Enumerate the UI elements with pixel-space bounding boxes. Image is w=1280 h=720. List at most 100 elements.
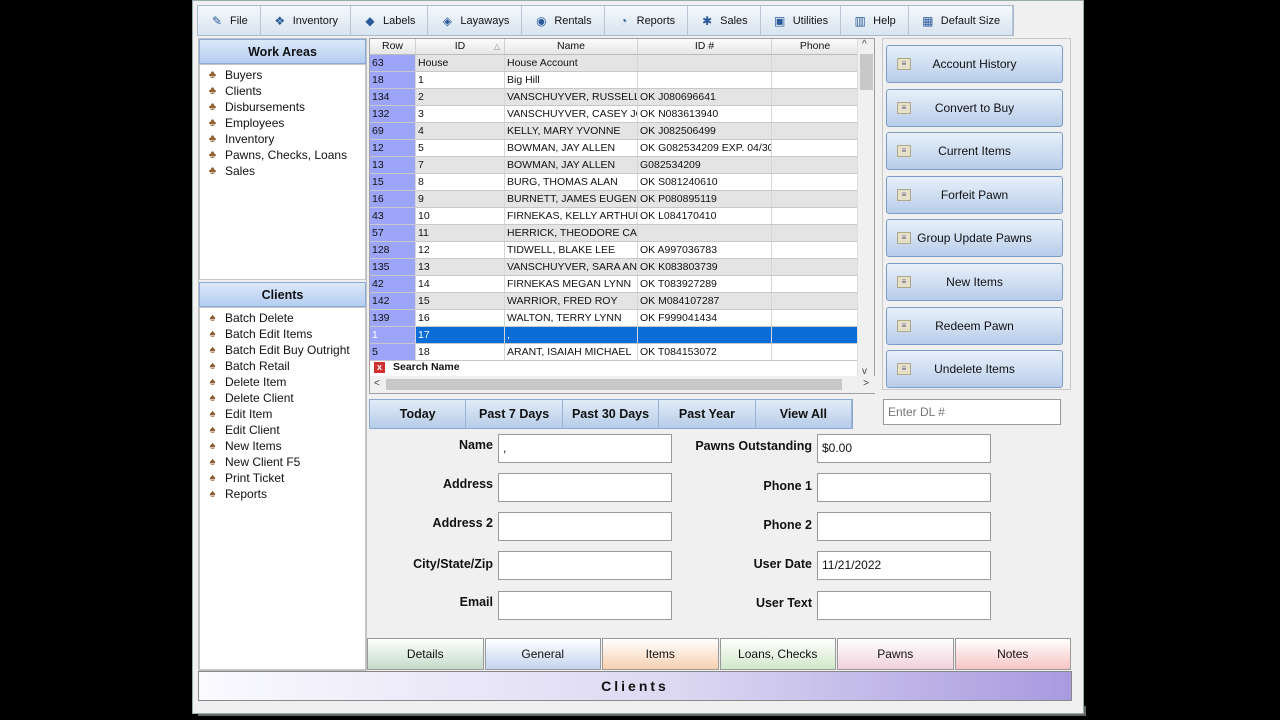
address2-field[interactable] (498, 512, 672, 541)
table-row[interactable]: 42 14 FIRNEKAS MEGAN LYNN OK T083927289 (370, 276, 874, 293)
menu-file[interactable]: ✎ File (198, 6, 261, 35)
column-row[interactable]: Row (370, 39, 416, 54)
menu-reports[interactable]: ◔ Reports (605, 6, 689, 35)
forfeit-pawn-button[interactable]: ≡ Forfeit Pawn (886, 175, 1063, 214)
work-area-item[interactable]: ♣ Disbursements (200, 99, 365, 115)
table-row[interactable]: 18 1 Big Hill (370, 72, 874, 89)
client-action-item[interactable]: ♠ Print Ticket (200, 470, 365, 486)
column-name[interactable]: Name (505, 39, 638, 54)
filter-past-year-button[interactable]: Past Year (659, 400, 756, 428)
column-phone[interactable]: Phone (772, 39, 859, 54)
column-id[interactable]: ID △ (416, 39, 505, 54)
table-row[interactable]: 139 16 WALTON, TERRY LYNN OK F999041434 (370, 310, 874, 327)
table-row[interactable]: 69 4 KELLY, MARY YVONNE OK J082506499 (370, 123, 874, 140)
user-date-field[interactable]: 11/21/2022 (817, 551, 991, 580)
filter-past-30-days-button[interactable]: Past 30 Days (563, 400, 660, 428)
work-area-item[interactable]: ♣ Inventory (200, 131, 365, 147)
filter-view-all-button[interactable]: View All (756, 400, 853, 428)
horizontal-scroll-thumb[interactable] (386, 379, 842, 390)
client-action-item[interactable]: ♠ Batch Edit Buy Outright (200, 342, 365, 358)
account-history-button[interactable]: ≡ Account History (886, 45, 1063, 83)
scroll-left-icon[interactable]: < (374, 378, 380, 389)
client-action-item[interactable]: ♠ Delete Client (200, 390, 365, 406)
client-action-label: New Items (225, 439, 282, 453)
tab-pawns[interactable]: Pawns (837, 638, 954, 670)
action-icon: ♠ (209, 487, 216, 500)
dl-number-input[interactable] (883, 399, 1061, 425)
table-row[interactable]: 135 13 VANSCHUYVER, SARA ANN OK K083803739 (370, 259, 874, 276)
action-icon: ♠ (209, 327, 216, 340)
people-icon: ♣ (208, 164, 217, 177)
phone1-field[interactable] (817, 473, 991, 502)
tab-items[interactable]: Items (602, 638, 719, 670)
menu-help[interactable]: ▥ Help (841, 6, 909, 35)
tab-details[interactable]: Details (367, 638, 484, 670)
status-title-bar: Clients (198, 671, 1072, 701)
table-row[interactable]: 43 10 FIRNEKAS, KELLY ARTHUR OK L084170410 (370, 208, 874, 225)
grid-vertical-scrollbar[interactable]: ^ v (857, 39, 874, 377)
vertical-scroll-thumb[interactable] (860, 54, 873, 90)
client-action-item[interactable]: ♠ Edit Item (200, 406, 365, 422)
work-area-item[interactable]: ♣ Pawns, Checks, Loans (200, 147, 365, 163)
convert-to-buy-button[interactable]: ≡ Convert to Buy (886, 88, 1063, 127)
new-items-button[interactable]: ≡ New Items (886, 263, 1063, 301)
cell-row: 135 (370, 259, 416, 275)
work-area-item[interactable]: ♣ Clients (200, 83, 365, 99)
menu-rentals[interactable]: ◉ Rentals (522, 6, 605, 35)
table-row[interactable]: 5 18 ARANT, ISAIAH MICHAEL OK T084153072 (370, 344, 874, 361)
client-action-item[interactable]: ♠ New Client F5 (200, 454, 365, 470)
filter-past-7-days-button[interactable]: Past 7 Days (466, 400, 563, 428)
client-grid[interactable]: Row ID △ Name ID # Phone 63 House House Acc… (369, 38, 875, 394)
redeem-pawn-button[interactable]: ≡ Redeem Pawn (886, 306, 1063, 345)
filter-today-button[interactable]: Today (370, 400, 467, 428)
tab-general[interactable]: General (484, 638, 601, 670)
name-field[interactable]: , (498, 434, 672, 463)
table-row[interactable]: 142 15 WARRIOR, FRED ROY OK M084107287 (370, 293, 874, 310)
scroll-right-icon[interactable]: > (863, 378, 869, 389)
work-area-item[interactable]: ♣ Employees (200, 115, 365, 131)
client-action-item[interactable]: ♠ New Items (200, 438, 365, 454)
table-row[interactable]: 12 5 BOWMAN, JAY ALLEN OK G082534209 EXP. 0… (370, 140, 874, 157)
table-row[interactable]: 1342VANSCHUYVER, RUSSELL LEEOK J08069664… (370, 89, 874, 106)
cell-phone (772, 276, 859, 292)
clear-search-icon[interactable]: x (374, 361, 385, 373)
user-text-field[interactable] (817, 591, 991, 620)
city-state-zip-field[interactable] (498, 551, 672, 580)
table-row[interactable]: 13 7 BOWMAN, JAY ALLEN G082534209 (370, 157, 874, 174)
address-field[interactable] (498, 473, 672, 502)
user-text-label: User Text (755, 596, 812, 610)
work-area-item[interactable]: ♣ Buyers (200, 67, 365, 83)
tab-notes[interactable]: Notes (954, 638, 1071, 670)
client-action-item[interactable]: ♠ Batch Delete (200, 310, 365, 326)
undelete-items-button[interactable]: ≡ Undelete Items (886, 350, 1063, 389)
search-name-row[interactable]: x Search Name (374, 361, 460, 373)
table-row[interactable]: 1323VANSCHUYVER, CASEY JOS...OK N0836139… (370, 106, 874, 123)
table-row[interactable]: 1 17, (370, 327, 874, 344)
phone2-field[interactable] (817, 512, 991, 541)
menu-layaways[interactable]: ◈ Layaways (428, 6, 523, 35)
table-row[interactable]: 5711HERRICK, THEODORE CAM... (370, 225, 874, 242)
table-row[interactable]: 15 8 BURG, THOMAS ALAN OK S081240610 (370, 174, 874, 191)
menu-utilities[interactable]: ▣ Utilities (761, 6, 842, 35)
client-action-item[interactable]: ♠ Reports (200, 486, 365, 502)
client-action-item[interactable]: ♠ Edit Client (200, 422, 365, 438)
cell-name: VANSCHUYVER, RUSSELL LEE (507, 89, 638, 105)
scroll-up-icon[interactable]: ^ (862, 39, 867, 50)
client-action-item[interactable]: ♠ Batch Edit Items (200, 326, 365, 342)
tab-loans-checks[interactable]: Loans, Checks (719, 638, 836, 670)
menu-sales[interactable]: ✱ Sales (688, 6, 761, 35)
work-area-item[interactable]: ♣ Sales (200, 163, 365, 179)
column-id-number[interactable]: ID # (638, 39, 772, 54)
table-row[interactable]: 63 House House Account (370, 55, 874, 72)
current-items-button[interactable]: ≡ Current Items (886, 132, 1063, 171)
client-action-item[interactable]: ♠ Delete Item (200, 374, 365, 390)
group-update-pawns-button[interactable]: ≡ Group Update Pawns (886, 219, 1063, 258)
email-field[interactable] (498, 591, 672, 620)
client-action-item[interactable]: ♠ Batch Retail (200, 358, 365, 374)
table-row[interactable]: 16 9 BURNETT, JAMES EUGENE OK P080895119 (370, 191, 874, 208)
grid-horizontal-scrollbar[interactable]: < > (370, 376, 875, 393)
menu-default-size[interactable]: ▦ Default Size (909, 6, 1014, 35)
menu-labels[interactable]: ◆ Labels (351, 6, 429, 35)
menu-inventory[interactable]: ❖ Inventory (261, 6, 351, 35)
table-row[interactable]: 128 12 TIDWELL, BLAKE LEE OK A997036783 (370, 242, 874, 259)
